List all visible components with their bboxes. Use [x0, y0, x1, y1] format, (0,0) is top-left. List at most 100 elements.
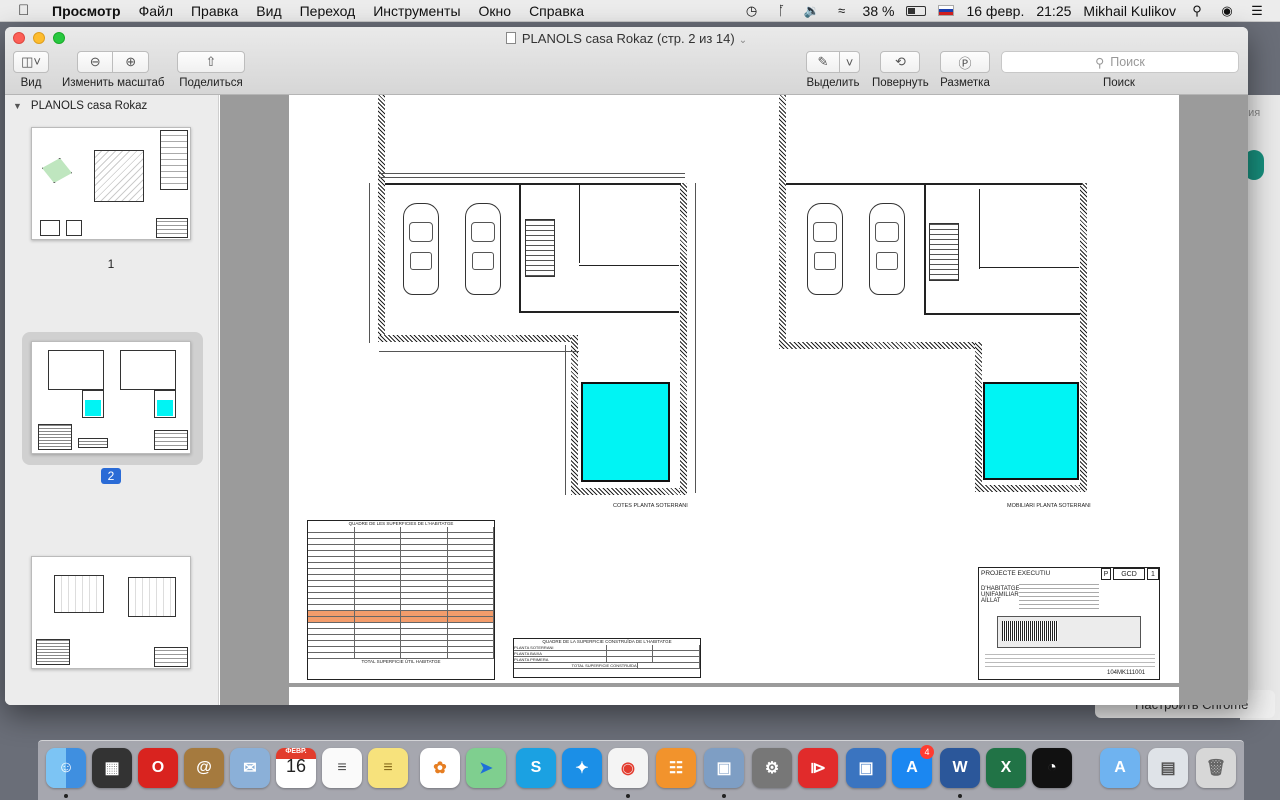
menubar-date[interactable]: 16 февр. [966, 3, 1024, 19]
wall [579, 183, 580, 263]
window-title[interactable]: PLANOLS casa Rokaz (стр. 2 из 14) ⌄ [5, 31, 1248, 46]
page-thumbnail-3[interactable] [31, 556, 191, 669]
car-drawing [403, 203, 439, 295]
menu-tools[interactable]: Инструменты [364, 3, 469, 19]
system-preferences-icon[interactable]: ⚙ [752, 748, 792, 788]
windows-vm-icon[interactable]: ▣ [846, 748, 886, 788]
reminders-icon[interactable]: ≡ [322, 748, 362, 788]
title-block [154, 647, 188, 667]
speedtest-icon[interactable]: ◔ [1032, 748, 1072, 788]
page-thumbnail-1[interactable] [31, 127, 191, 240]
menu-help[interactable]: Справка [520, 3, 593, 19]
cartouche-code-gcd: GCD [1113, 568, 1145, 580]
input-source-flag-icon[interactable] [938, 5, 955, 16]
markup-button[interactable]: Ⓟ [940, 51, 990, 73]
mail-icon[interactable]: ✉ [230, 748, 270, 788]
menu-go[interactable]: Переход [291, 3, 365, 19]
chevron-down-icon: ˅ [845, 54, 854, 70]
wall [579, 265, 679, 266]
view-group: ◫˅ Вид [13, 51, 49, 89]
spotlight-search-icon[interactable]: ⚲ [1188, 3, 1206, 18]
rotate-label: Повернуть [872, 77, 929, 89]
wall-hatch [378, 95, 385, 341]
window-title-text: PLANOLS casa Rokaz (стр. 2 из 14) [521, 31, 735, 46]
opera-icon[interactable]: O [138, 748, 178, 788]
rotate-button[interactable]: ⟲ [880, 51, 921, 73]
menubar-time[interactable]: 21:25 [1036, 3, 1071, 19]
calendar-icon[interactable]: ФЕВР. 16 [276, 748, 316, 788]
disclosure-triangle-icon[interactable]: ▼ [13, 101, 22, 111]
wall [979, 189, 980, 269]
applications-folder-icon[interactable]: A [1100, 748, 1140, 788]
contacts-icon[interactable]: @ [184, 748, 224, 788]
apple-menu-icon[interactable]:  [18, 2, 40, 19]
menu-file[interactable]: Файл [130, 3, 182, 19]
trash-icon[interactable]: 🗑 [1196, 748, 1236, 788]
car-drawing [869, 203, 905, 295]
page-number-2[interactable]: 2 [101, 468, 121, 484]
document-view[interactable]: COTES PLANTA SOTERRANI MOBILIARI PLANTA … [220, 95, 1248, 705]
highlight-button[interactable]: ✎ [806, 51, 840, 73]
volume-icon[interactable]: 🔉 [803, 3, 821, 18]
plan-outline-left [48, 350, 104, 390]
zoom-out-button[interactable]: ⊖ [77, 51, 114, 73]
menu-app-name[interactable]: Просмотр [40, 3, 130, 19]
preview-window: PLANOLS casa Rokaz (стр. 2 из 14) ⌄ ◫˅ Ви… [5, 27, 1248, 705]
battery-percent[interactable]: 38 % [863, 3, 895, 19]
cartouche-ref: 104MK111001 [1107, 670, 1146, 676]
wifi-icon[interactable]: ≈ [833, 3, 851, 18]
surface-table: QUADRE DE LES SUPERFICIES DE L'HABITATGE [307, 520, 495, 680]
ibooks-icon[interactable]: ☷ [656, 748, 696, 788]
menu-window[interactable]: Окно [470, 3, 521, 19]
running-indicator [722, 794, 726, 798]
search-input[interactable]: ⚲ Поиск [1001, 51, 1239, 73]
pdf-page: COTES PLANTA SOTERRANI MOBILIARI PLANTA … [289, 95, 1179, 683]
battery-icon[interactable] [906, 5, 927, 16]
markup-pen-icon: Ⓟ [958, 55, 972, 71]
maps-icon[interactable]: ➤ [466, 748, 506, 788]
barcode-icon [1002, 621, 1058, 641]
chevron-down-icon[interactable]: ⌄ [739, 35, 747, 46]
highlight-menu-button[interactable]: ˅ [840, 51, 860, 73]
share-button[interactable]: ⇧ [177, 51, 245, 73]
page-number-1[interactable]: 1 [101, 257, 121, 271]
signature-stamp [997, 616, 1141, 648]
menu-edit[interactable]: Правка [182, 3, 247, 19]
mission-control-icon[interactable]: ▦ [92, 748, 132, 788]
siri-icon[interactable]: ◉ [1218, 3, 1236, 18]
menu-view[interactable]: Вид [247, 3, 290, 19]
wall [786, 183, 1082, 185]
safari-icon[interactable]: ✦ [562, 748, 602, 788]
title-block [156, 218, 188, 238]
preview-icon[interactable]: ▣ [704, 748, 744, 788]
parallels-icon[interactable]: ⧐ [798, 748, 838, 788]
zoom-in-button[interactable]: ⊕ [113, 51, 150, 73]
wall-hatch [975, 342, 982, 492]
built-row-label: PLANTA BAIXA [514, 651, 607, 656]
zoom-out-icon: ⊖ [89, 54, 101, 69]
time-machine-icon[interactable]: ◷ [743, 3, 761, 18]
wall-hatch [571, 335, 578, 495]
view-button[interactable]: ◫˅ [13, 51, 49, 73]
dimension-line [695, 183, 696, 493]
dimension-line [379, 351, 579, 352]
menubar-user[interactable]: Mikhail Kulikov [1083, 3, 1176, 19]
wall-hatch [1080, 183, 1087, 492]
photos-icon[interactable]: ✿ [420, 748, 460, 788]
share-group: ⇧ Поделиться [177, 51, 245, 89]
finder-icon[interactable]: ☺ [46, 748, 86, 788]
word-icon[interactable]: W [940, 748, 980, 788]
surface-table [38, 424, 72, 450]
bluetooth-icon[interactable]: ᚪ [773, 3, 791, 18]
excel-icon[interactable]: X [986, 748, 1026, 788]
page-thumbnail-2[interactable] [31, 341, 191, 454]
sidebar-doc-name: PLANOLS casa Rokaz [30, 100, 148, 112]
notes-icon[interactable]: ≡ [368, 748, 408, 788]
downloads-stack-icon[interactable]: ▤ [1148, 748, 1188, 788]
chrome-icon[interactable]: ◉ [608, 748, 648, 788]
built-area-table: QUADRE DE LA SUPERFICIE CONSTRUÏDA DE L'… [513, 638, 701, 678]
skype-icon[interactable]: S [516, 748, 556, 788]
sidebar-header[interactable]: ▼ PLANOLS casa Rokaz [5, 95, 218, 112]
notification-center-icon[interactable]: ☰ [1248, 3, 1266, 18]
share-icon: ⇧ [205, 54, 217, 69]
